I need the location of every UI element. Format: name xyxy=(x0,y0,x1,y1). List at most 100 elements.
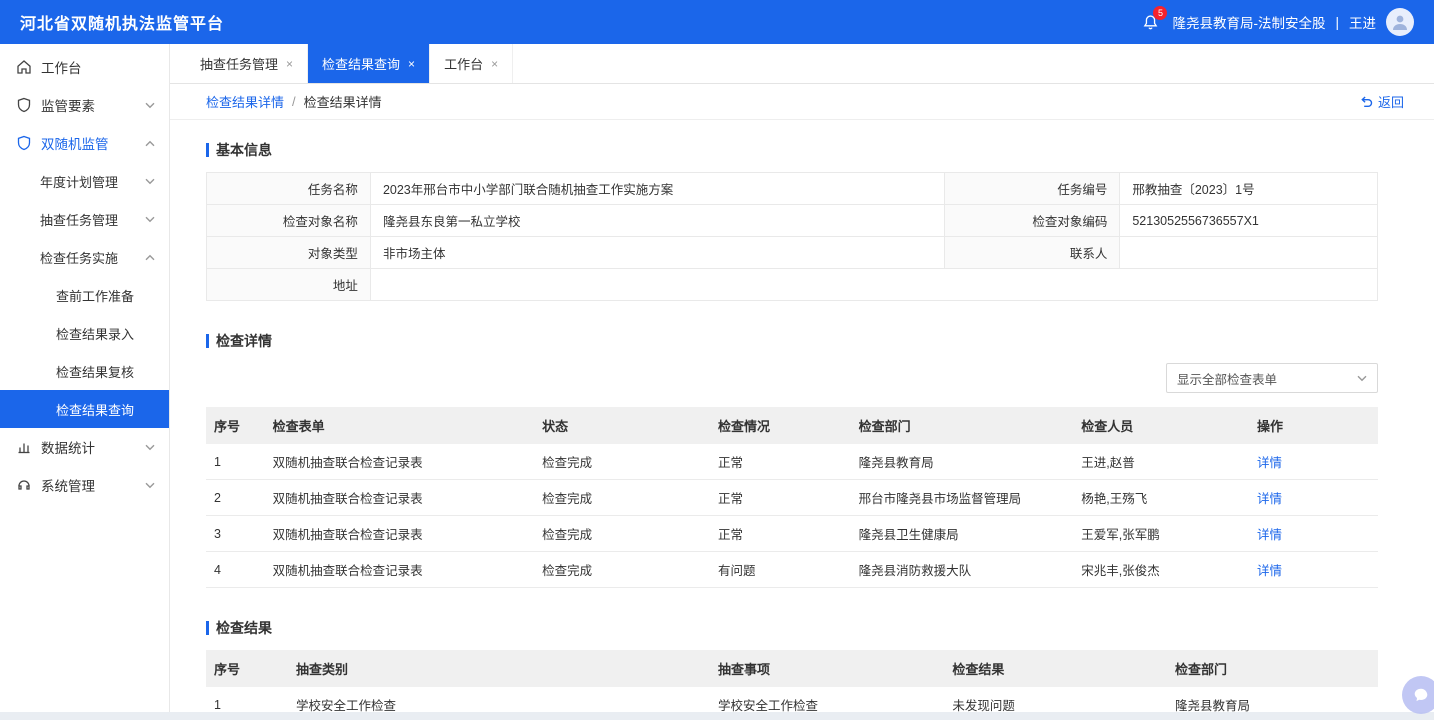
scroll-area[interactable]: 基本信息 任务名称 2023年邢台市中小学部门联合随机抽查工作实施方案 任务编号… xyxy=(170,120,1434,712)
field-label: 检查对象名称 xyxy=(206,204,371,237)
sidebar-item-label: 检查结果复核 xyxy=(56,364,135,380)
section-title-basic-info: 基本信息 xyxy=(206,140,1378,160)
content-panel: 检查结果详情 / 检查结果详情 返回 基本信息 任务名称 2023年邢台市中小学… xyxy=(170,84,1434,712)
chart-icon xyxy=(16,439,32,455)
cell-dept: 邢台市隆尧县市场监督管理局 xyxy=(850,479,1074,516)
sidebar-item-label: 抽查任务管理 xyxy=(40,212,119,228)
chat-bubble-icon xyxy=(1414,688,1428,702)
cell-no: 1 xyxy=(206,687,289,712)
detail-link[interactable]: 详情 xyxy=(1257,564,1282,578)
sidebar-item-label: 系统管理 xyxy=(41,479,95,494)
close-icon[interactable]: × xyxy=(491,57,498,71)
sidebar-item-system-mgmt[interactable]: 系统管理 xyxy=(0,466,169,504)
chevron-down-icon xyxy=(145,482,155,489)
cell-dept: 隆尧县卫生健康局 xyxy=(850,515,1074,552)
field-label: 联系人 xyxy=(943,236,1121,269)
column-header: 检查人员 xyxy=(1073,407,1250,444)
top-header: 河北省双随机执法监管平台 5 隆尧县教育局-法制安全股 | 王进 xyxy=(0,0,1434,44)
return-link-label: 返回 xyxy=(1377,95,1404,110)
section-title-bar xyxy=(206,334,209,348)
column-header: 检查表单 xyxy=(264,407,535,444)
avatar[interactable] xyxy=(1386,8,1414,36)
column-header: 序号 xyxy=(206,407,265,444)
tab-workbench[interactable]: 工作台 × xyxy=(430,44,514,83)
notification-bell-icon[interactable]: 5 xyxy=(1138,6,1168,34)
sidebar-item-data-stats[interactable]: 数据统计 xyxy=(0,428,169,466)
form-filter-select[interactable]: 显示全部检查表单 xyxy=(1166,363,1378,393)
field-value: 5213052556736557X1 xyxy=(1119,204,1378,237)
breadcrumb-parent[interactable]: 检查结果详情 xyxy=(206,92,284,111)
sidebar-item-supervision-elements[interactable]: 监管要素 xyxy=(0,86,169,124)
table-row: 3 双随机抽查联合检查记录表 检查完成 正常 隆尧县卫生健康局 王爱军,张军鹏 … xyxy=(206,515,1378,552)
sidebar-item-result-query[interactable]: 检查结果查询 xyxy=(0,390,169,428)
cell-status: 检查完成 xyxy=(534,444,710,480)
tab-result-query[interactable]: 检查结果查询 × xyxy=(308,44,431,83)
field-label: 任务名称 xyxy=(206,172,371,205)
chevron-down-icon xyxy=(145,216,155,223)
sidebar-item-result-review[interactable]: 检查结果复核 xyxy=(0,352,169,390)
tab-spot-check-task[interactable]: 抽查任务管理 × xyxy=(186,44,309,83)
field-value xyxy=(1119,236,1378,269)
cell-form: 双随机抽查联合检查记录表 xyxy=(264,515,535,552)
cell-status: 检查完成 xyxy=(534,479,710,516)
cell-form: 双随机抽查联合检查记录表 xyxy=(264,479,535,516)
cell-staff: 王爱军,张军鹏 xyxy=(1073,515,1250,552)
sidebar-item-check-task-impl[interactable]: 检查任务实施 xyxy=(0,238,169,276)
section-title-check-detail: 检查详情 xyxy=(206,331,1378,351)
sidebar-item-label: 数据统计 xyxy=(41,441,95,456)
cell-item: 学校安全工作检查 xyxy=(709,687,945,712)
tab-label: 检查结果查询 xyxy=(322,57,401,72)
table-row: 2 双随机抽查联合检查记录表 检查完成 正常 邢台市隆尧县市场监督管理局 杨艳,… xyxy=(206,479,1378,516)
close-icon[interactable]: × xyxy=(286,57,293,71)
field-value: 非市场主体 xyxy=(369,236,945,269)
column-header: 检查部门 xyxy=(1167,650,1378,687)
cell-situation: 正常 xyxy=(709,479,851,516)
cell-dept: 隆尧县教育局 xyxy=(1167,687,1378,712)
breadcrumb: 检查结果详情 / 检查结果详情 返回 xyxy=(170,84,1434,120)
cell-situation: 正常 xyxy=(709,444,851,480)
app-root: 河北省双随机执法监管平台 5 隆尧县教育局-法制安全股 | 王进 工作台 监管要… xyxy=(0,0,1434,712)
sidebar-item-result-entry[interactable]: 检查结果录入 xyxy=(0,314,169,352)
sidebar-item-label: 查前工作准备 xyxy=(56,288,135,304)
sidebar-item-label: 监管要素 xyxy=(41,99,95,114)
field-label: 任务编号 xyxy=(943,172,1121,205)
headset-icon xyxy=(16,477,32,493)
sidebar-item-label: 检查结果查询 xyxy=(56,402,135,418)
chevron-down-icon xyxy=(145,102,155,109)
table-row: 1 学校安全工作检查 学校安全工作检查 未发现问题 隆尧县教育局 xyxy=(206,687,1378,712)
undo-icon xyxy=(1361,96,1373,108)
sidebar-item-spot-check-task[interactable]: 抽查任务管理 xyxy=(0,200,169,238)
field-label: 对象类型 xyxy=(206,236,371,269)
table-row: 4 双随机抽查联合检查记录表 检查完成 有问题 隆尧县消防救援大队 宋兆丰,张俊… xyxy=(206,551,1378,588)
breadcrumb-separator: / xyxy=(292,94,296,109)
cell-category: 学校安全工作检查 xyxy=(288,687,710,712)
chat-assistant-button[interactable] xyxy=(1402,676,1434,714)
chevron-up-icon xyxy=(145,254,155,261)
column-header: 抽查类别 xyxy=(288,650,710,687)
basic-info-table: 任务名称 2023年邢台市中小学部门联合随机抽查工作实施方案 任务编号 邢教抽查… xyxy=(206,172,1379,301)
tab-label: 工作台 xyxy=(444,57,484,72)
form-filter-value: 显示全部检查表单 xyxy=(1177,372,1278,387)
sidebar-item-workbench[interactable]: 工作台 xyxy=(0,48,169,86)
field-value xyxy=(369,268,1379,301)
column-header: 检查部门 xyxy=(850,407,1074,444)
shield-icon xyxy=(16,135,32,151)
detail-link[interactable]: 详情 xyxy=(1257,528,1282,542)
return-link[interactable]: 返回 xyxy=(1360,92,1404,111)
cell-no: 3 xyxy=(206,515,265,552)
section-title-bar xyxy=(206,621,209,635)
home-icon xyxy=(16,59,32,75)
user-name[interactable]: 王进 xyxy=(1349,12,1376,32)
tab-bar: 抽查任务管理 × 检查结果查询 × 工作台 × xyxy=(170,44,1434,84)
table-row: 1 双随机抽查联合检查记录表 检查完成 正常 隆尧县教育局 王进,赵普 详情 xyxy=(206,444,1378,480)
sidebar-item-annual-plan[interactable]: 年度计划管理 xyxy=(0,162,169,200)
app-title: 河北省双随机执法监管平台 xyxy=(20,16,225,33)
chevron-down-icon xyxy=(1357,375,1367,381)
sidebar-item-double-random[interactable]: 双随机监管 xyxy=(0,124,169,162)
close-icon[interactable]: × xyxy=(408,57,415,71)
section-title-bar xyxy=(206,143,209,157)
sidebar-item-pre-check-prep[interactable]: 查前工作准备 xyxy=(0,276,169,314)
table-header-row: 序号 检查表单 状态 检查情况 检查部门 检查人员 操作 xyxy=(206,407,1378,444)
detail-link[interactable]: 详情 xyxy=(1257,456,1282,470)
detail-link[interactable]: 详情 xyxy=(1257,492,1282,506)
